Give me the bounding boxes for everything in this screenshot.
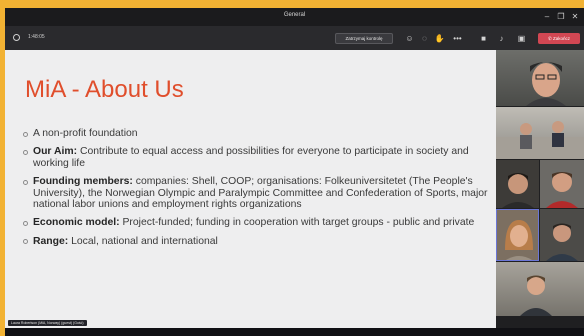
meeting-toolbar: 1:48:05 Zatrzymaj kontrolę ☺ ◌ ✋ ••• ■ ♪… [5, 26, 584, 50]
participant-video [505, 220, 533, 260]
more-icon[interactable]: ••• [451, 32, 464, 45]
bullet-item: Founding members: companies: Shell, COOP… [23, 176, 488, 210]
slide-bullet-list: A non-profit foundation Our Aim: Contrib… [23, 128, 488, 254]
camera-icon[interactable]: ■ [477, 32, 490, 45]
participant-video [502, 173, 534, 208]
video-tile[interactable] [496, 107, 584, 159]
bullet-item: Economic model: Project-funded; funding … [23, 217, 488, 228]
stop-control-button[interactable]: Zatrzymaj kontrolę [335, 33, 393, 44]
participant-video [496, 121, 584, 159]
taskbar-strip [5, 328, 584, 336]
chat-icon[interactable]: ◌ [418, 32, 431, 45]
bullet-label: Our Aim: [33, 146, 78, 158]
video-tile[interactable] [496, 50, 584, 106]
bullet-text: Project-funded; funding in cooperation w… [119, 217, 475, 229]
video-tile[interactable] [540, 160, 584, 208]
leave-button[interactable]: ✆ Zakończ [538, 33, 580, 44]
video-tile[interactable] [496, 262, 584, 316]
bullet-icon [23, 220, 28, 226]
video-tile[interactable] [496, 209, 539, 261]
meeting-window: General – ❐ ✕ 1:48:05 Zatrzymaj kontrolę… [5, 8, 584, 336]
participant-video [520, 275, 552, 316]
video-tile[interactable] [540, 209, 584, 261]
participant-video [546, 223, 578, 261]
clock-icon [13, 34, 20, 41]
meeting-timer: 1:48:05 [28, 34, 45, 40]
bullet-icon [23, 131, 28, 137]
maximize-icon[interactable]: ❐ [555, 11, 567, 23]
bullet-label: Range: [33, 235, 69, 247]
window-title: General [283, 12, 306, 18]
slide-title: MiA - About Us [25, 76, 184, 103]
close-icon[interactable]: ✕ [569, 11, 581, 23]
mic-icon[interactable]: ♪ [495, 32, 508, 45]
video-gallery [496, 50, 584, 328]
participant-video [526, 62, 566, 106]
bullet-text: Local, national and international [68, 235, 218, 247]
bullet-label: Economic model: [33, 217, 120, 229]
reactions-icon[interactable]: ✋ [433, 32, 446, 45]
shared-slide: MiA - About Us A non-profit foundation O… [5, 50, 496, 328]
bullet-item: Range: Local, national and international [23, 236, 488, 247]
bullet-icon [23, 149, 28, 155]
share-icon[interactable]: ▣ [515, 32, 528, 45]
bullet-label: Founding members: [33, 176, 133, 188]
participants-icon[interactable]: ☺ [403, 32, 416, 45]
minimize-icon[interactable]: – [541, 11, 553, 23]
bullet-item: A non-profit foundation [23, 128, 488, 139]
video-tile[interactable] [496, 160, 539, 208]
bullet-text: A non-profit foundation [33, 128, 138, 139]
participant-video [546, 172, 578, 208]
bullet-text: Contribute to equal access and possibili… [33, 146, 469, 169]
bullet-icon [23, 239, 28, 245]
bullet-item: Our Aim: Contribute to equal access and … [23, 146, 488, 169]
presenter-name-tag: Laura Robertson (MiA, Norway) (guest) (G… [8, 320, 87, 326]
title-bar: General – ❐ ✕ [5, 8, 584, 26]
bullet-icon [23, 179, 28, 185]
